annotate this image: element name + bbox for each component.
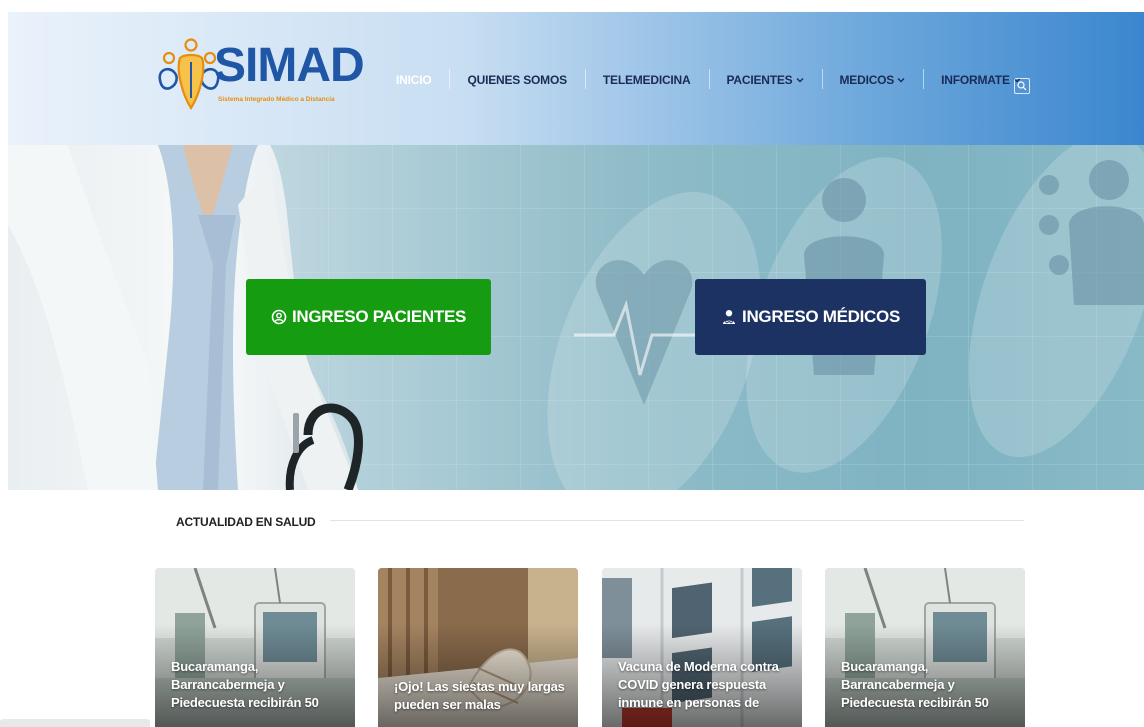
- search-button[interactable]: [1014, 78, 1030, 94]
- news-card[interactable]: ¡Ojo! Las siestas muy largas pueden ser …: [378, 568, 578, 727]
- floating-tab[interactable]: [0, 719, 150, 727]
- user-circle-icon: [271, 309, 287, 325]
- search-icon: [1017, 81, 1027, 91]
- chevron-down-icon: [796, 78, 803, 83]
- news-card-title[interactable]: ¡Ojo! Las siestas muy largas pueden ser …: [394, 678, 566, 714]
- nav-item-pacientes[interactable]: PACIENTES: [708, 69, 822, 89]
- section-title: ACTUALIDAD EN SALUD: [176, 515, 316, 529]
- nav-item-inicio[interactable]: INICIO: [378, 73, 449, 87]
- nav-item-label: INFORMATE: [941, 73, 1010, 87]
- ingreso-pacientes-label: INGRESO PACIENTES: [291, 307, 467, 326]
- nav-item-telemedicina[interactable]: TELEMEDICINA: [584, 69, 709, 89]
- ingreso-medicos-label: INGRESO MÉDICOS: [742, 307, 900, 326]
- news-card-title[interactable]: Vacuna de Moderna contra COVID genera re…: [618, 658, 790, 712]
- ingreso-medicos-button[interactable]: INGRESO MÉDICOS: [695, 279, 926, 355]
- news-card[interactable]: Bucaramanga, Barrancabermeja y Piedecues…: [825, 568, 1025, 727]
- doctor-icon: [723, 310, 736, 324]
- nav-item-label: MEDICOS: [839, 73, 895, 87]
- hero-banner: INGRESO PACIENTES INGRESO MÉDICOS: [8, 145, 1144, 490]
- nav-item-medicos[interactable]: MEDICOS: [821, 69, 924, 89]
- news-card-title[interactable]: Bucaramanga, Barrancabermeja y Piedecues…: [841, 658, 1013, 712]
- news-card-title[interactable]: Bucaramanga, Barrancabermeja y Piedecues…: [171, 658, 343, 712]
- site-header: SIMAD Sistema Integrado Médico a Distanc…: [8, 12, 1144, 145]
- simad-logo[interactable]: SIMAD Sistema Integrado Médico a Distanc…: [156, 36, 365, 122]
- logo-tagline: Sistema Integrado Médico a Distancia: [218, 96, 335, 103]
- nav-item-label: INICIO: [396, 73, 432, 87]
- news-card[interactable]: Bucaramanga, Barrancabermeja y Piedecues…: [155, 568, 355, 727]
- main-nav: INICIO QUIENES SOMOS TELEMEDICINA PACIEN…: [378, 68, 1039, 92]
- logo-wordmark: SIMAD: [214, 39, 365, 92]
- nav-item-label: PACIENTES: [726, 73, 793, 87]
- chevron-down-icon: [897, 78, 905, 83]
- section-divider: [330, 520, 1024, 521]
- news-card[interactable]: Vacuna de Moderna contra COVID genera re…: [602, 568, 802, 727]
- nav-item-label: TELEMEDICINA: [602, 73, 691, 87]
- nav-item-quienes-somos[interactable]: QUIENES SOMOS: [449, 69, 584, 89]
- ingreso-pacientes-button[interactable]: INGRESO PACIENTES: [246, 279, 491, 355]
- nav-item-label: QUIENES SOMOS: [467, 73, 567, 87]
